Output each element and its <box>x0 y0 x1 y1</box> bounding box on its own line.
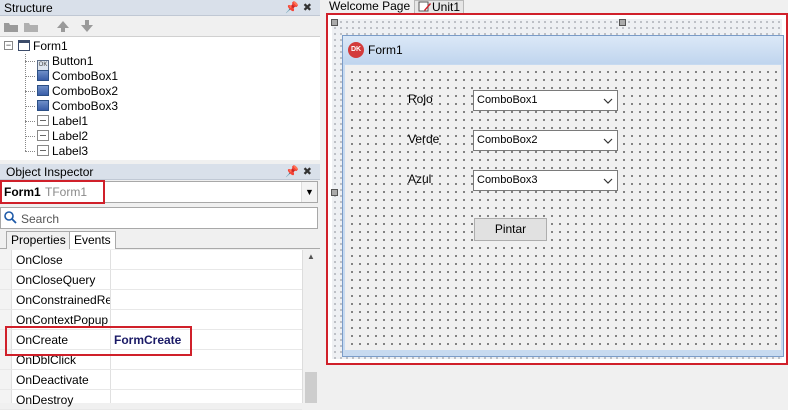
chevron-down-icon[interactable] <box>603 175 613 185</box>
pintar-button[interactable]: Pintar <box>474 218 547 241</box>
chevron-down-icon[interactable] <box>603 95 613 105</box>
combobox-component-icon <box>37 85 49 96</box>
combobox3[interactable]: ComboBox3 <box>473 170 618 191</box>
object-inspector-header: Object Inspector 📌✖ <box>0 164 320 180</box>
combobox-component-icon <box>37 70 49 81</box>
form-titlebar: DK Form1 <box>343 36 783 64</box>
event-row-ondestroy[interactable]: OnDestroy <box>0 390 302 410</box>
label-component-icon <box>37 145 49 156</box>
inspector-tabs: Properties Events <box>0 231 320 249</box>
resize-handle[interactable] <box>331 189 338 196</box>
chevron-down-icon[interactable] <box>603 135 613 145</box>
tab-events[interactable]: Events <box>69 231 116 249</box>
structure-toolbar <box>0 16 320 36</box>
form-window[interactable]: DK Form1 Rojo Verde Azul ComboBox1 Combo… <box>342 35 784 357</box>
tree-item-button1[interactable]: OK Button1 <box>37 54 93 71</box>
resize-handle[interactable] <box>331 19 338 26</box>
combobox-component-icon <box>37 100 49 111</box>
object-inspector-title: Object Inspector <box>6 165 94 179</box>
arrow-down-icon[interactable] <box>79 19 95 33</box>
structure-tree: − Form1 OK Button1 ComboBox1 ComboBox2 Co… <box>0 36 320 160</box>
scroll-up-icon[interactable]: ▲ <box>303 252 319 261</box>
scroll-thumb[interactable] <box>305 372 317 403</box>
event-row-onclose[interactable]: OnClose <box>0 250 302 270</box>
label-component-icon <box>37 130 49 141</box>
event-row-ondeactivate[interactable]: OnDeactivate <box>0 370 302 390</box>
search-icon <box>4 211 17 224</box>
folder-remove-icon[interactable] <box>23 19 39 33</box>
tab-unit1[interactable]: Unit1 <box>414 0 465 13</box>
search-input[interactable] <box>21 211 301 226</box>
label-component-icon <box>37 115 49 126</box>
events-scrollbar[interactable]: ▲ <box>302 250 318 403</box>
tree-item-label1[interactable]: Label1 <box>37 114 88 129</box>
tree-item-label3[interactable]: Label3 <box>37 144 88 159</box>
form-icon <box>18 40 30 51</box>
structure-pane-buttons[interactable]: 📌✖ <box>285 1 316 14</box>
search-field[interactable] <box>0 207 318 229</box>
tree-item-combobox3[interactable]: ComboBox3 <box>37 99 118 114</box>
highlight-oncreate-row <box>5 326 192 356</box>
tree-item-form1[interactable]: Form1 <box>18 39 68 54</box>
object-inspector-pane-buttons[interactable]: 📌✖ <box>285 165 316 178</box>
event-row-onconstrainedresize[interactable]: OnConstrainedResize <box>0 290 302 310</box>
label-rojo[interactable]: Rojo <box>408 92 433 106</box>
form-app-icon: DK <box>348 42 364 58</box>
tab-welcome-page[interactable]: Welcome Page <box>326 0 413 13</box>
chevron-down-icon[interactable]: ▼ <box>301 182 317 202</box>
tab-properties[interactable]: Properties <box>6 231 71 249</box>
form-title: Form1 <box>368 43 403 57</box>
collapse-icon[interactable]: − <box>4 41 13 50</box>
form-client-area: Rojo Verde Azul ComboBox1 ComboBox2 Comb… <box>345 65 781 353</box>
label-azul[interactable]: Azul <box>408 172 431 186</box>
editor-tabs: Welcome Page Unit1 <box>326 0 788 13</box>
arrow-up-icon[interactable] <box>55 19 71 33</box>
form-designer: DK Form1 Rojo Verde Azul ComboBox1 Combo… <box>326 13 788 365</box>
combobox2[interactable]: ComboBox2 <box>473 130 618 151</box>
combobox1[interactable]: ComboBox1 <box>473 90 618 111</box>
tree-item-label2[interactable]: Label2 <box>37 129 88 144</box>
structure-title: Structure <box>4 1 53 15</box>
tree-item-combobox2[interactable]: ComboBox2 <box>37 84 118 99</box>
structure-panel-header: Structure 📌✖ <box>0 0 320 16</box>
folder-add-icon[interactable] <box>3 19 19 33</box>
event-row-onclosequery[interactable]: OnCloseQuery <box>0 270 302 290</box>
tree-item-combobox1[interactable]: ComboBox1 <box>37 69 118 84</box>
resize-handle[interactable] <box>619 19 626 26</box>
edit-page-icon <box>418 1 432 12</box>
highlight-component-selector <box>0 180 105 204</box>
label-verde[interactable]: Verde <box>408 132 439 146</box>
